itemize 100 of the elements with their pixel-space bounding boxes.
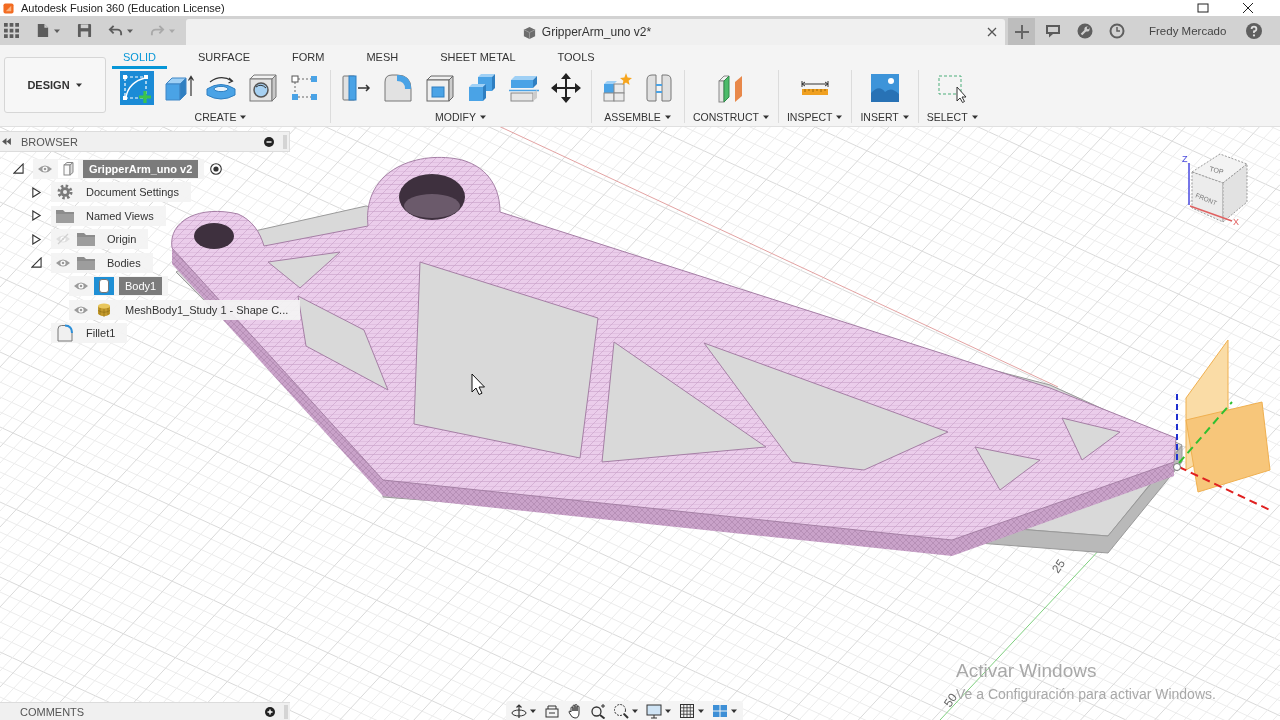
z-axis-line — [1188, 162, 1190, 206]
sketch-button[interactable] — [120, 71, 154, 105]
selection-cursor-icon — [936, 72, 969, 104]
tool-group-menu[interactable]: INSPECT — [786, 110, 844, 123]
look-at-button[interactable] — [544, 702, 560, 719]
fillet-button[interactable] — [381, 71, 415, 105]
help-icon[interactable] — [1246, 22, 1263, 39]
apps-grid-icon — [4, 23, 19, 38]
toolbar-tab[interactable]: SHEET METAL — [429, 47, 527, 69]
bore-hole — [194, 223, 234, 249]
new-component-button[interactable] — [600, 71, 634, 105]
minus-circle-icon[interactable] — [264, 136, 274, 147]
orbit-icon — [511, 702, 527, 719]
zoom-button[interactable] — [590, 702, 606, 719]
gear-icon — [55, 183, 75, 202]
fit-button[interactable] — [613, 702, 639, 719]
panel-title: BROWSER — [21, 135, 78, 148]
axis-label: Z — [1182, 154, 1188, 164]
box-hole-icon — [247, 72, 279, 104]
rounded-corner-icon — [55, 324, 75, 343]
tool-group-menu[interactable]: SELECT — [926, 110, 979, 123]
axis-label: X — [1233, 217, 1239, 227]
display-button[interactable] — [646, 702, 672, 719]
hole-button[interactable] — [246, 71, 280, 105]
viewports-button[interactable] — [712, 702, 738, 719]
new-tab-button[interactable] — [1008, 18, 1035, 45]
image-icon — [869, 72, 902, 104]
radio-button[interactable] — [210, 162, 223, 175]
tree-item[interactable]: Fillet1 — [51, 323, 128, 344]
user-name[interactable]: Fredy Mercado — [1149, 24, 1227, 37]
tree-item[interactable]: Body1 — [69, 276, 169, 297]
move-button[interactable] — [549, 71, 583, 105]
view-cube[interactable] — [1191, 153, 1248, 223]
sketch-plus-icon — [121, 72, 153, 104]
x-axis-line — [1189, 205, 1233, 222]
stacked-cubes-icon — [466, 72, 498, 104]
tree-item[interactable]: Named Views — [51, 205, 166, 226]
folder-icon — [76, 230, 96, 249]
expand-arrow-icon[interactable] — [30, 233, 42, 245]
close-icon[interactable] — [1242, 3, 1254, 13]
orbit-button[interactable] — [511, 702, 537, 719]
mouse-pointer-icon — [471, 373, 485, 395]
cube-icon — [58, 159, 78, 178]
plus-icon — [1013, 23, 1030, 40]
tree-item[interactable]: Origin — [51, 229, 149, 250]
collapse-arrows-icon[interactable] — [2, 138, 11, 145]
close-icon[interactable] — [987, 27, 997, 37]
viewports-icon — [712, 702, 728, 719]
save-icon — [77, 23, 92, 38]
hollow-box-icon — [424, 72, 456, 104]
clock-icon — [1109, 22, 1125, 39]
panel-title: COMMENTS — [20, 705, 85, 718]
caret-icon — [74, 81, 83, 89]
workspace-menu-button[interactable]: DESIGN — [4, 57, 106, 113]
move-arrows-icon — [550, 72, 582, 104]
maximize-icon[interactable] — [1197, 3, 1209, 13]
document-tab[interactable]: GripperArm_uno v2* — [186, 19, 1005, 45]
toolbar-tab[interactable]: FORM — [281, 47, 336, 69]
rounded-corner-icon — [382, 72, 414, 104]
toolbar-tab[interactable]: TOOLS — [546, 47, 606, 69]
tree-item[interactable]: MeshBody1_Study 1 - Shape C... — [69, 299, 301, 320]
cube-star-icon — [601, 72, 633, 104]
expand-arrow-icon[interactable] — [12, 163, 24, 175]
expand-arrow-icon[interactable] — [30, 186, 42, 198]
pan-button[interactable] — [567, 702, 583, 719]
grid-button[interactable] — [679, 702, 705, 719]
joint-parts-icon — [643, 72, 675, 104]
plus-circle-icon[interactable] — [265, 706, 275, 717]
expand-arrow-icon[interactable] — [30, 210, 42, 222]
tool-group-menu[interactable]: INSERT — [860, 110, 910, 123]
rounded-block-icon — [94, 277, 114, 296]
wrench-circle-icon — [1077, 22, 1093, 39]
tool-group-menu[interactable]: CREATE — [194, 110, 248, 123]
grid-icon — [679, 702, 695, 719]
expand-arrow-icon[interactable] — [30, 257, 42, 269]
zoom-window-icon — [613, 702, 629, 719]
tree-item[interactable]: GripperArm_uno v2 — [33, 158, 205, 179]
z-axis-line — [1176, 393, 1178, 463]
bore-hole — [399, 174, 465, 220]
tree-item[interactable]: Bodies — [51, 252, 153, 273]
tray-icon — [544, 702, 560, 719]
app-logo-icon — [3, 2, 14, 14]
axis-tick-label: 25 — [1049, 556, 1069, 576]
origin-point — [1173, 463, 1181, 471]
monitor-icon — [646, 702, 662, 719]
redo-icon — [150, 23, 165, 38]
tool-group-menu[interactable]: CONSTRUCT — [693, 110, 770, 123]
zoom-icon — [590, 702, 606, 719]
cube-icon — [521, 24, 537, 40]
speech-bubble-icon — [1045, 22, 1061, 39]
file-icon — [35, 23, 50, 38]
undo-icon — [108, 23, 123, 38]
tool-group-menu[interactable]: ASSEMBLE — [604, 110, 672, 123]
window-title: Autodesk Fusion 360 (Education License) — [21, 2, 225, 14]
tool-group-menu[interactable]: MODIFY — [435, 110, 487, 123]
y-axis-line — [1178, 401, 1233, 464]
toolbar-tab[interactable]: SURFACE — [187, 47, 261, 69]
slab-arrow-icon — [340, 72, 372, 104]
toolbar-tab[interactable]: MESH — [355, 47, 410, 69]
tree-item[interactable]: Document Settings — [51, 182, 191, 203]
